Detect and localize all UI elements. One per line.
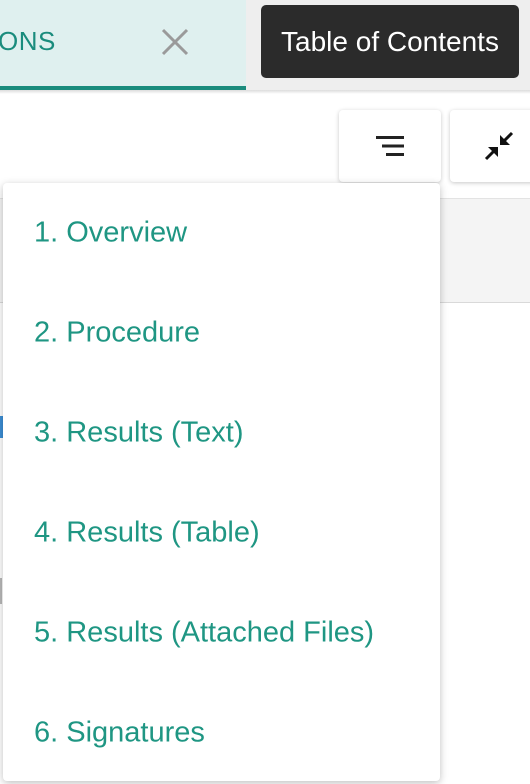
toc-item-signatures[interactable]: 6. Signatures: [3, 683, 440, 783]
toc-item-procedure[interactable]: 2. Procedure: [3, 283, 440, 383]
toc-dropdown-menu: 1. Overview 2. Procedure 3. Results (Tex…: [3, 183, 440, 781]
collapse-arrows-icon: [484, 131, 514, 161]
toc-item-results-text[interactable]: 3. Results (Text): [3, 383, 440, 483]
toc-item-label: 2. Procedure: [34, 316, 201, 349]
toc-item-results-attached-files[interactable]: 5. Results (Attached Files): [3, 583, 440, 683]
toc-item-overview[interactable]: 1. Overview: [3, 183, 440, 283]
tab-active[interactable]: ONS: [0, 0, 246, 90]
tab-bar: ONS Table of Contents: [0, 0, 530, 90]
toc-item-label: 1. Overview: [34, 216, 188, 249]
toc-item-label: 3. Results (Text): [34, 416, 244, 449]
tab-label: ONS: [0, 26, 56, 56]
tooltip: Table of Contents: [261, 5, 519, 78]
close-icon[interactable]: [157, 24, 193, 60]
background-marker: [0, 578, 2, 604]
toc-item-label: 4. Results (Table): [34, 516, 260, 549]
collapse-button[interactable]: [450, 110, 530, 182]
toc-list-icon: [376, 136, 404, 156]
toc-item-label: 6. Signatures: [34, 716, 205, 749]
header-shadow: [0, 90, 530, 94]
toc-item-results-table[interactable]: 4. Results (Table): [3, 483, 440, 583]
toc-item-label: 5. Results (Attached Files): [34, 616, 375, 649]
toc-button[interactable]: [339, 110, 441, 182]
